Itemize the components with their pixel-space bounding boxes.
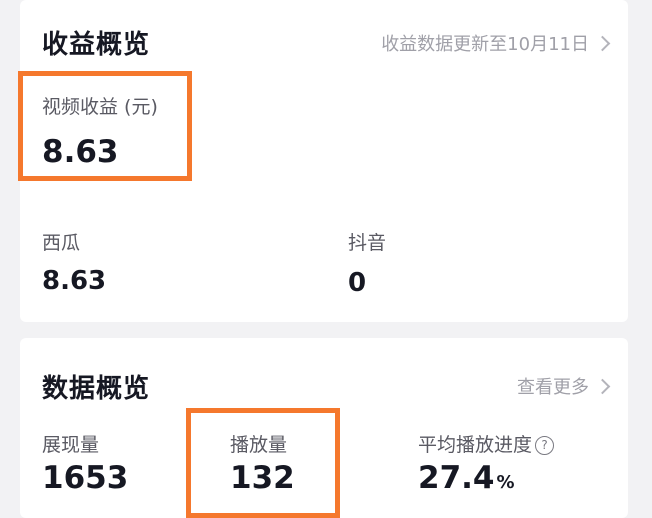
- avg-progress-unit: %: [496, 472, 515, 493]
- impressions-value: 1653: [42, 460, 129, 496]
- avg-progress-value: 27.4: [418, 460, 495, 496]
- view-more-text: 查看更多: [517, 377, 589, 398]
- avg-progress-label-row: 平均播放进度?: [418, 430, 555, 457]
- avg-progress-value-row: 27.4%: [418, 460, 515, 496]
- revenue-update-text: 收益数据更新至10月11日: [381, 34, 589, 55]
- revenue-overview-title: 收益概览: [42, 30, 151, 60]
- plays-label: 播放量: [230, 434, 288, 456]
- revenue-overview-card: 收益概览 收益数据更新至10月11日 视频收益 (元) 8.63 西瓜 8.63…: [20, 0, 628, 322]
- video-revenue-label: 视频收益 (元): [42, 96, 158, 118]
- xigua-value: 8.63: [42, 266, 107, 296]
- avg-progress-label: 平均播放进度: [418, 434, 533, 456]
- chevron-right-icon: [594, 378, 611, 394]
- revenue-update-link[interactable]: 收益数据更新至10月11日: [381, 30, 611, 56]
- douyin-label: 抖音: [348, 232, 387, 254]
- chevron-right-icon: [594, 35, 611, 51]
- douyin-value: 0: [348, 268, 367, 298]
- data-overview-title: 数据概览: [42, 374, 151, 404]
- data-overview-card: 数据概览 查看更多 展现量 1653 播放量 132 平均播放进度? 27.4%: [20, 338, 628, 518]
- plays-value: 132: [230, 460, 295, 496]
- question-circle-icon[interactable]: ?: [535, 436, 555, 455]
- view-more-link[interactable]: 查看更多: [517, 373, 611, 399]
- video-revenue-value: 8.63: [42, 134, 119, 170]
- impressions-label: 展现量: [42, 434, 100, 456]
- xigua-label: 西瓜: [42, 232, 81, 254]
